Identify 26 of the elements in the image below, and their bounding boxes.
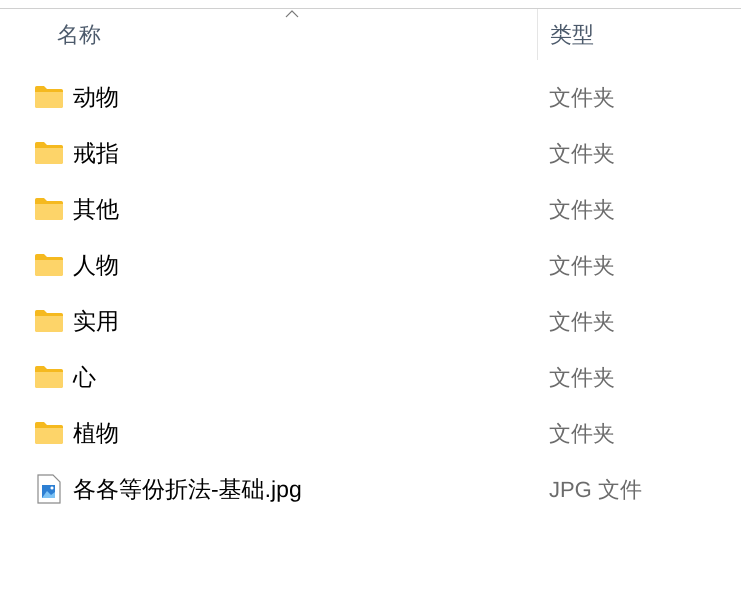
file-type: 文件夹	[548, 308, 615, 336]
file-type: 文件夹	[548, 252, 615, 280]
column-header[interactable]: 名称	[57, 18, 101, 51]
file-name[interactable]: 实用	[73, 304, 119, 338]
file-type: 文件夹	[548, 140, 615, 168]
image-file-icon	[37, 474, 61, 504]
folder-icon	[34, 366, 64, 388]
file-type: 文件夹	[548, 84, 615, 112]
folder-icon	[34, 142, 64, 164]
folder-icon	[34, 310, 64, 332]
file-name[interactable]: 其他	[73, 192, 119, 226]
column-header[interactable]: 类型	[550, 18, 594, 51]
file-type: 文件夹	[548, 196, 615, 224]
folder-icon	[34, 86, 64, 108]
file-type: 文件夹	[548, 420, 615, 448]
file-name[interactable]: 各各等份折法-基础.jpg	[73, 472, 302, 506]
file-name[interactable]: 植物	[73, 416, 119, 450]
folder-icon	[34, 198, 64, 220]
file-name[interactable]: 戒指	[73, 136, 119, 170]
file-name[interactable]: 人物	[73, 248, 119, 282]
folder-icon	[34, 422, 64, 444]
file-type: JPG 文件	[548, 476, 642, 504]
file-type: 文件夹	[548, 364, 615, 392]
file-name[interactable]: 心	[73, 360, 96, 394]
file-name[interactable]: 动物	[73, 80, 119, 114]
folder-icon	[34, 254, 64, 276]
